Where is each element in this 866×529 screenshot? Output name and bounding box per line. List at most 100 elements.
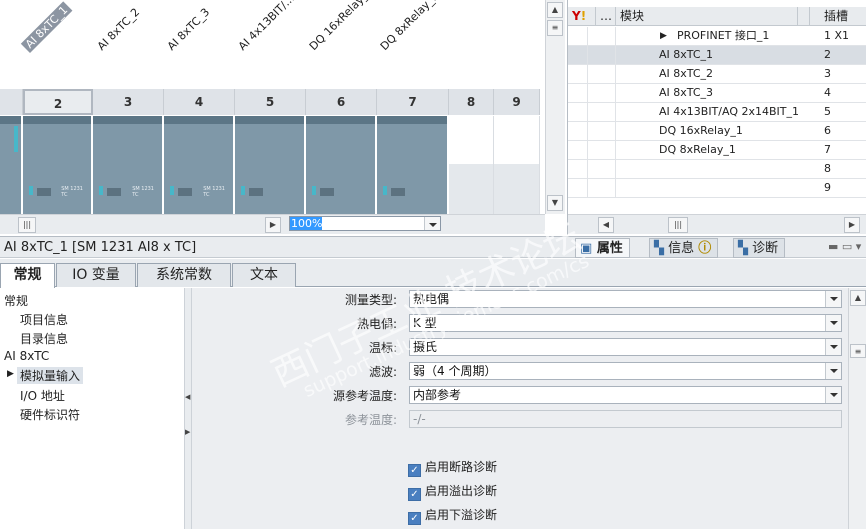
- slot-number-6[interactable]: 6: [306, 89, 377, 115]
- select-measurement-type[interactable]: 热电偶: [409, 290, 842, 308]
- scroll-right-icon[interactable]: ▶: [844, 217, 860, 233]
- module-label-2[interactable]: AI 8xTC_2: [95, 6, 142, 53]
- module-slot-2[interactable]: SM 1231 TC: [23, 116, 93, 214]
- tab-info[interactable]: ▚ 信息 ⓘ: [649, 238, 719, 258]
- tree-item-module[interactable]: AI 8xTC: [4, 349, 49, 363]
- scroll-grip-icon[interactable]: ≡: [547, 20, 563, 36]
- zoom-select[interactable]: 100%: [289, 216, 441, 231]
- module-label-6[interactable]: DQ 8xRelay_...: [378, 0, 444, 53]
- overview-row[interactable]: AI 8xTC_2 3: [568, 65, 866, 84]
- content-vscrollbar[interactable]: ▲ ≡: [848, 288, 866, 529]
- chevron-down-icon[interactable]: [424, 217, 440, 230]
- scroll-down-icon[interactable]: ▼: [547, 195, 563, 211]
- scroll-left-icon[interactable]: ◀: [598, 217, 614, 233]
- tree-item-project-info[interactable]: 项目信息: [20, 311, 68, 328]
- module-slot-4[interactable]: SM 1231 TC: [164, 116, 235, 214]
- module-slot-3[interactable]: SM 1231 TC: [93, 116, 164, 214]
- chevron-down-icon[interactable]: [825, 339, 841, 355]
- chevron-down-icon[interactable]: [825, 363, 841, 379]
- select-temperature-scale[interactable]: 摄氏: [409, 338, 842, 356]
- overview-row[interactable]: AI 4x13BIT/AQ 2x14BIT_1 5: [568, 103, 866, 122]
- module-label-5[interactable]: DQ 16xRelay_...: [307, 0, 378, 53]
- overview-hscrollbar[interactable]: ◀ ||| ▶: [568, 214, 866, 234]
- select-thermocouple[interactable]: K 型: [409, 314, 842, 332]
- select-filter[interactable]: 弱（4 个周期）: [409, 362, 842, 380]
- module-label-1[interactable]: AI 8xTC_1: [20, 1, 73, 53]
- overview-module-cell[interactable]: [659, 160, 799, 179]
- tree-item-analog-inputs[interactable]: 模拟量输入: [17, 367, 84, 384]
- overview-module-cell[interactable]: PROFINET 接口_1: [677, 27, 817, 46]
- tab-io-tags[interactable]: IO 变量: [56, 263, 136, 287]
- scroll-up-icon[interactable]: ▲: [850, 290, 866, 306]
- chevron-down-icon[interactable]: [825, 315, 841, 331]
- slot-number-9[interactable]: 9: [494, 89, 540, 115]
- tree-item-general[interactable]: 常规: [4, 292, 28, 309]
- module-label-4[interactable]: AI 4x13BIT/...: [236, 0, 297, 53]
- module-slot-7[interactable]: [377, 116, 449, 214]
- checkbox-overflow[interactable]: ✓ 启用溢出诊断: [408, 482, 497, 501]
- overview-module-cell[interactable]: [659, 179, 799, 198]
- expand-arrow-icon[interactable]: ▶: [660, 27, 667, 46]
- device-view[interactable]: AI 8xTC_1 AI 8xTC_2 AI 8xTC_3 AI 4x13BIT…: [0, 0, 566, 235]
- checkbox-underflow[interactable]: ✓ 启用下溢诊断: [408, 506, 497, 525]
- device-view-hscrollbar[interactable]: ||| ▶: [0, 214, 545, 234]
- tree-splitter[interactable]: ◀ ▶: [184, 288, 192, 529]
- overview-module-cell[interactable]: DQ 8xRelay_1: [659, 141, 799, 160]
- device-view-vscrollbar[interactable]: ▲ ≡ ▼: [545, 0, 565, 214]
- window-controls-icon[interactable]: ▬ ▭ ▾: [828, 240, 861, 253]
- cpu-module-edge[interactable]: [0, 116, 23, 214]
- tab-system-constants[interactable]: 系统常数: [137, 263, 231, 287]
- select-thermocouple-value: K 型: [413, 316, 437, 330]
- tab-general[interactable]: 常规: [0, 263, 55, 288]
- collapse-left-icon[interactable]: ◀: [185, 393, 190, 401]
- slot-number-3[interactable]: 3: [93, 89, 164, 115]
- empty-slot-9[interactable]: [494, 116, 540, 164]
- tree-item-catalog-info[interactable]: 目录信息: [20, 330, 68, 347]
- overview-row[interactable]: AI 8xTC_1 2: [568, 46, 866, 65]
- module-slot-6[interactable]: [306, 116, 377, 214]
- overview-module-cell[interactable]: AI 8xTC_3: [659, 84, 799, 103]
- overview-module-cell[interactable]: AI 8xTC_2: [659, 65, 799, 84]
- column-resize-handle[interactable]: [798, 7, 810, 26]
- overview-module-cell[interactable]: AI 8xTC_1: [659, 46, 799, 65]
- overview-row[interactable]: DQ 16xRelay_1 6: [568, 122, 866, 141]
- tree-item-io-addresses[interactable]: I/O 地址: [20, 387, 65, 404]
- slot-number-5[interactable]: 5: [235, 89, 306, 115]
- slot-number-7[interactable]: 7: [377, 89, 449, 115]
- select-reference-source[interactable]: 内部参考: [409, 386, 842, 404]
- expand-right-icon[interactable]: ▶: [185, 428, 190, 436]
- overview-module-cell[interactable]: AI 4x13BIT/AQ 2x14BIT_1: [659, 103, 799, 122]
- scroll-right-icon[interactable]: ▶: [265, 217, 281, 233]
- checkmark-icon[interactable]: ✓: [408, 464, 421, 477]
- scroll-grip-icon[interactable]: |||: [18, 217, 36, 233]
- slot-number-2[interactable]: 2: [23, 89, 93, 115]
- tab-diagnostics[interactable]: ▚ 诊断: [733, 238, 786, 258]
- module-slot-5[interactable]: [235, 116, 306, 214]
- checkmark-icon[interactable]: ✓: [408, 512, 421, 525]
- slot-header: 2 3 4 5 6 7 8 9: [0, 89, 540, 115]
- overview-row[interactable]: DQ 8xRelay_1 7: [568, 141, 866, 160]
- chevron-down-icon[interactable]: [825, 387, 841, 403]
- overview-row[interactable]: 8: [568, 160, 866, 179]
- slot-number-4[interactable]: 4: [164, 89, 235, 115]
- tab-texts[interactable]: 文本: [232, 263, 296, 287]
- slot-number-8[interactable]: 8: [449, 89, 494, 115]
- module-label-3[interactable]: AI 8xTC_3: [165, 6, 212, 53]
- checkmark-icon[interactable]: ✓: [408, 488, 421, 501]
- scroll-up-icon[interactable]: ▲: [547, 2, 563, 18]
- column-module[interactable]: 模块: [616, 7, 798, 26]
- expand-arrow-icon[interactable]: ▶: [7, 369, 14, 379]
- scroll-grip-icon[interactable]: ≡: [850, 344, 866, 358]
- scroll-grip-icon[interactable]: |||: [668, 217, 688, 233]
- overview-row[interactable]: AI 8xTC_3 4: [568, 84, 866, 103]
- overview-row[interactable]: ▶ PROFINET 接口_1 1 X1: [568, 27, 866, 46]
- overview-row[interactable]: 9: [568, 179, 866, 198]
- ellipsis-icon[interactable]: …: [596, 7, 616, 26]
- tab-properties[interactable]: ▣ 属性: [575, 238, 630, 258]
- checkbox-wire-break[interactable]: ✓ 启用断路诊断: [408, 458, 497, 477]
- column-slot[interactable]: 插槽: [820, 7, 866, 26]
- tree-item-hw-identifier[interactable]: 硬件标识符: [20, 406, 80, 423]
- chevron-down-icon[interactable]: [825, 291, 841, 307]
- empty-slot-8[interactable]: [449, 116, 494, 164]
- overview-module-cell[interactable]: DQ 16xRelay_1: [659, 122, 799, 141]
